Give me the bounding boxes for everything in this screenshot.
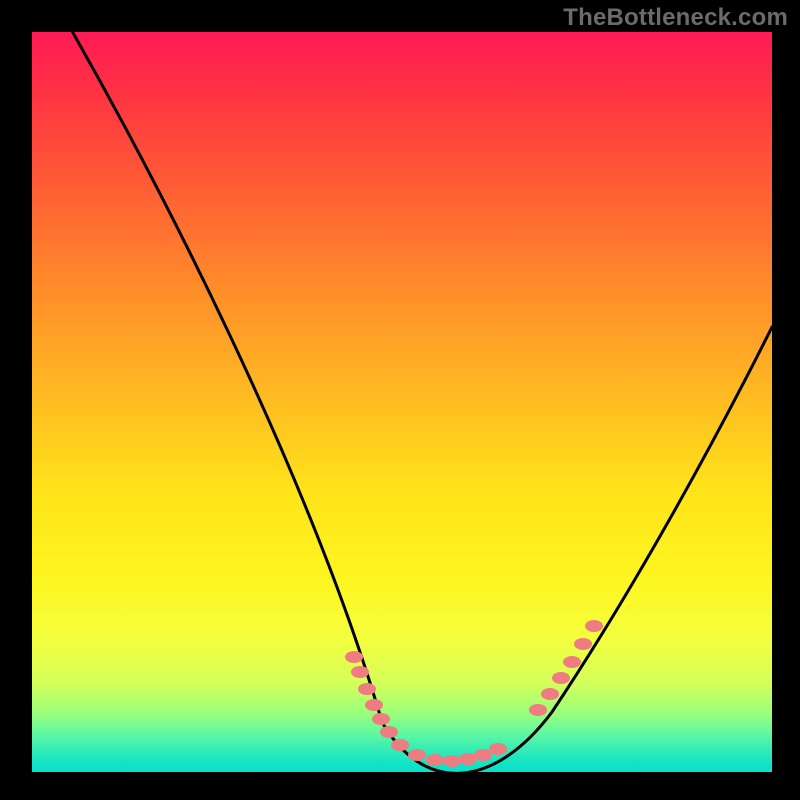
curve-marker [574, 638, 592, 650]
curve-marker [426, 754, 444, 766]
plot-area [32, 32, 772, 772]
curve-marker [474, 749, 492, 761]
curve-svg [32, 32, 772, 772]
curve-marker [351, 666, 369, 678]
watermark-text: TheBottleneck.com [563, 4, 788, 32]
curve-marker [489, 743, 507, 755]
curve-marker [358, 683, 376, 695]
curve-marker [365, 699, 383, 711]
curve-marker [563, 656, 581, 668]
bottleneck-curve [32, 32, 772, 772]
curve-marker [529, 704, 547, 716]
curve-marker [380, 726, 398, 738]
curve-marker [443, 755, 461, 767]
curve-marker [552, 672, 570, 684]
curve-marker [585, 620, 603, 632]
curve-marker [345, 651, 363, 663]
chart-container: TheBottleneck.com [0, 0, 800, 800]
curve-marker [408, 749, 426, 761]
curve-marker [541, 688, 559, 700]
curve-marker [391, 739, 409, 751]
curve-marker [372, 713, 390, 725]
